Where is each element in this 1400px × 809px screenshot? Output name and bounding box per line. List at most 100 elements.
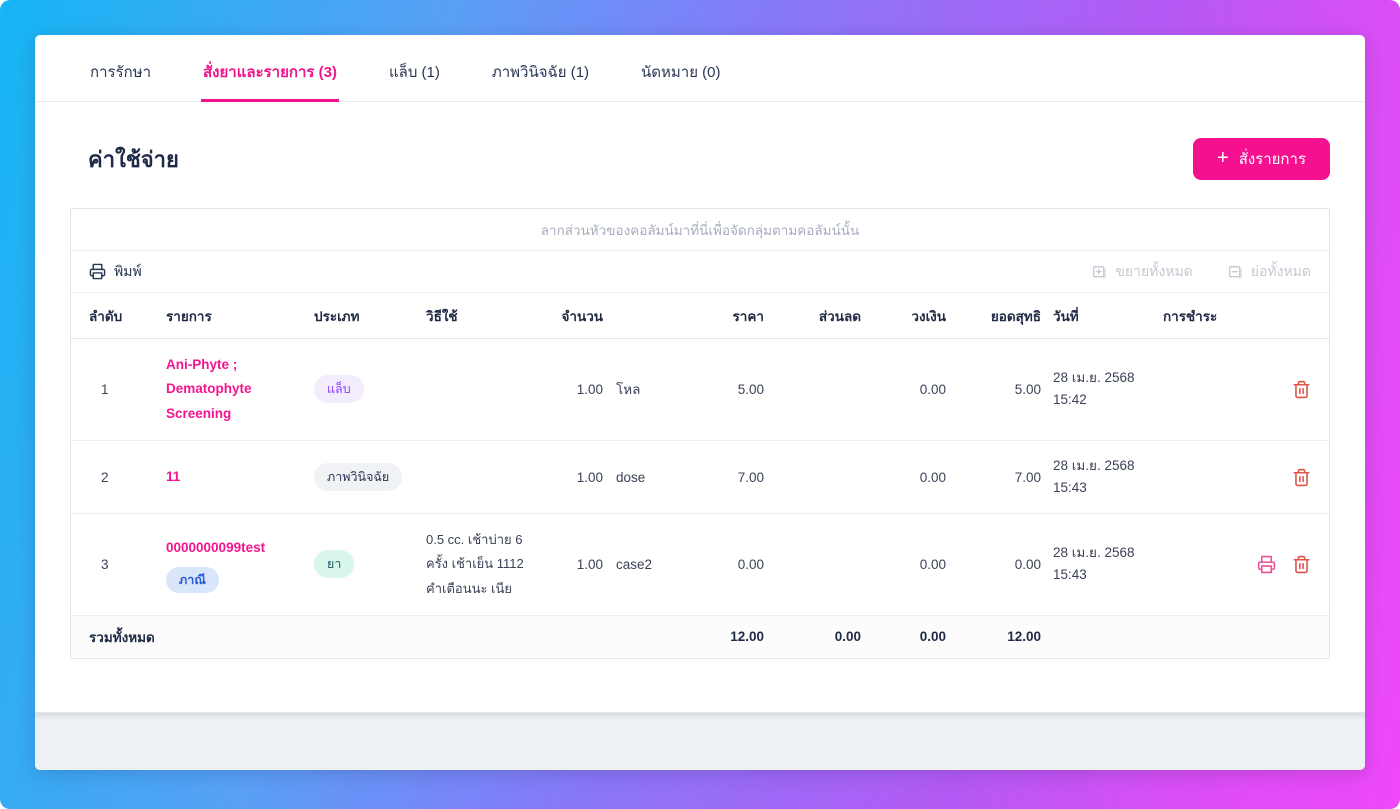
printer-icon bbox=[89, 263, 106, 280]
col-header-no[interactable]: ลำดับ bbox=[89, 305, 166, 327]
tab[interactable]: ภาพวินิจฉัย (1) bbox=[490, 35, 591, 102]
item-name-link[interactable]: 11 bbox=[166, 465, 180, 489]
table-header-row: ลำดับ รายการ ประเภท วิธีใช้ จำนวน ราคา ส… bbox=[71, 293, 1329, 339]
tab-label: การรักษา bbox=[90, 64, 152, 81]
total-label: รวมทั้งหมด bbox=[89, 629, 155, 645]
table-row: 1 Ani-Phyte ; Dematophyte Screening แล็บ… bbox=[71, 339, 1329, 441]
cell-price: 0.00 bbox=[737, 556, 764, 572]
page-head: ค่าใช้จ่าย + สั่งรายการ bbox=[70, 138, 1330, 180]
cell-credit: 0.00 bbox=[919, 381, 946, 397]
trash-icon bbox=[1293, 380, 1310, 399]
total-discount: 0.00 bbox=[834, 629, 861, 645]
cell-date: 28 เม.ย. 2568 15:42 bbox=[1041, 367, 1151, 412]
time-value: 15:43 bbox=[1053, 567, 1087, 583]
row-delete-button[interactable] bbox=[1292, 555, 1311, 574]
tab-label: แล็บ (1) bbox=[388, 64, 440, 81]
row-delete-button[interactable] bbox=[1292, 380, 1311, 399]
col-header-credit[interactable]: วงเงิน bbox=[861, 305, 946, 327]
type-badge: ภาพวินิจฉัย bbox=[314, 463, 403, 492]
time-value: 15:42 bbox=[1053, 392, 1087, 408]
expand-all-icon bbox=[1093, 265, 1106, 279]
cell-credit: 0.00 bbox=[919, 556, 946, 572]
collapse-all-label: ย่อทั้งหมด bbox=[1250, 262, 1311, 279]
cell-qty: 1.00 bbox=[576, 381, 603, 397]
item-name-link[interactable]: Ani-Phyte ; Dematophyte Screening bbox=[166, 353, 314, 426]
cell-net: 7.00 bbox=[1014, 469, 1041, 485]
collapse-all-button[interactable]: ย่อทั้งหมด bbox=[1227, 261, 1311, 283]
cell-usage: 0.5 cc. เช้าบ่าย 6 ครั้ง เช้าเย็น 1112 ค… bbox=[426, 532, 524, 596]
print-button[interactable]: พิมพ์ bbox=[89, 261, 142, 283]
cell-net: 5.00 bbox=[1014, 381, 1041, 397]
order-item-button[interactable]: + สั่งรายการ bbox=[1193, 138, 1330, 180]
row-print-button[interactable] bbox=[1257, 555, 1276, 574]
group-by-hint: ลากส่วนหัวของคอลัมน์มาที่นี่เพื่อจัดกลุ่… bbox=[540, 222, 860, 238]
tab[interactable]: สั่งยาและรายการ (3) bbox=[201, 35, 339, 102]
cell-actions bbox=[1231, 468, 1311, 487]
total-credit: 0.00 bbox=[919, 629, 946, 645]
table-toolbar: พิมพ์ ขยายทั้งหมด ย่อทั้งหมด bbox=[71, 251, 1329, 293]
tab-label: นัดหมาย (0) bbox=[641, 64, 721, 81]
time-value: 15:43 bbox=[1053, 480, 1087, 496]
cell-item: 11 bbox=[166, 465, 314, 489]
owner-badge: ภาณี bbox=[166, 566, 219, 593]
expenses-table: ลากส่วนหัวของคอลัมน์มาที่นี่เพื่อจัดกลุ่… bbox=[70, 208, 1330, 659]
cell-date: 28 เม.ย. 2568 15:43 bbox=[1041, 455, 1151, 500]
col-header-price[interactable]: ราคา bbox=[703, 305, 764, 327]
col-header-date[interactable]: วันที่ bbox=[1041, 305, 1151, 327]
date-value: 28 เม.ย. 2568 bbox=[1053, 370, 1135, 386]
cell-item: Ani-Phyte ; Dematophyte Screening bbox=[166, 353, 314, 426]
cell-credit: 0.00 bbox=[919, 469, 946, 485]
cell-no: 1 bbox=[101, 381, 109, 397]
table-row: 2 11 ภาพวินิจฉัย 1.00 dose 7.00 0.00 7.0… bbox=[71, 441, 1329, 515]
cell-item: 0000000099test ภาณี bbox=[166, 536, 314, 593]
cell-type: แล็บ bbox=[314, 375, 426, 404]
group-by-panel[interactable]: ลากส่วนหัวของคอลัมน์มาที่นี่เพื่อจัดกลุ่… bbox=[71, 209, 1329, 251]
item-name-link[interactable]: 0000000099test bbox=[166, 536, 265, 560]
cell-actions bbox=[1231, 555, 1311, 574]
type-badge: ยา bbox=[314, 550, 355, 579]
cell-actions bbox=[1231, 380, 1311, 399]
col-header-qty[interactable]: จำนวน bbox=[541, 305, 603, 327]
col-header-item[interactable]: รายการ bbox=[166, 305, 314, 327]
cell-type: ภาพวินิจฉัย bbox=[314, 463, 426, 492]
col-header-payment[interactable]: การชำระ bbox=[1151, 305, 1231, 327]
cell-net: 0.00 bbox=[1014, 556, 1041, 572]
cell-unit: โหล bbox=[616, 382, 641, 398]
collapse-all-icon bbox=[1228, 265, 1242, 279]
tab-label: สั่งยาและรายการ (3) bbox=[203, 64, 337, 81]
tab[interactable]: การรักษา bbox=[88, 35, 153, 102]
expand-all-label: ขยายทั้งหมด bbox=[1115, 262, 1193, 279]
cell-no: 2 bbox=[101, 469, 109, 485]
cell-type: ยา bbox=[314, 550, 426, 579]
cell-no: 3 bbox=[101, 556, 109, 572]
tab-bar: การรักษา สั่งยาและรายการ (3) แล็บ (1) ภา… bbox=[35, 35, 1365, 102]
cell-date: 28 เม.ย. 2568 15:43 bbox=[1041, 542, 1151, 587]
total-price: 12.00 bbox=[730, 629, 764, 645]
type-badge: แล็บ bbox=[314, 375, 364, 404]
col-header-usage[interactable]: วิธีใช้ bbox=[426, 305, 541, 327]
date-value: 28 เม.ย. 2568 bbox=[1053, 457, 1135, 473]
table-footer-row: รวมทั้งหมด 12.00 0.00 0.00 12.00 bbox=[71, 615, 1329, 658]
card-footer-strip bbox=[35, 712, 1365, 770]
order-item-button-label: สั่งรายการ bbox=[1238, 151, 1306, 168]
cell-unit: dose bbox=[616, 469, 646, 485]
row-delete-button[interactable] bbox=[1292, 468, 1311, 487]
col-header-net[interactable]: ยอดสุทธิ bbox=[946, 305, 1041, 327]
tab[interactable]: แล็บ (1) bbox=[387, 35, 442, 102]
col-header-type[interactable]: ประเภท bbox=[314, 305, 426, 327]
trash-icon bbox=[1293, 468, 1310, 486]
tab[interactable]: นัดหมาย (0) bbox=[639, 35, 722, 102]
cell-qty: 1.00 bbox=[576, 469, 603, 485]
content-card: การรักษา สั่งยาและรายการ (3) แล็บ (1) ภา… bbox=[35, 35, 1365, 770]
printer-icon bbox=[1257, 555, 1276, 574]
col-header-discount[interactable]: ส่วนลด bbox=[764, 305, 861, 327]
trash-icon bbox=[1293, 555, 1310, 574]
cell-price: 5.00 bbox=[737, 381, 764, 397]
cell-unit: case2 bbox=[616, 556, 653, 572]
expand-all-button[interactable]: ขยายทั้งหมด bbox=[1091, 261, 1193, 283]
page-title: ค่าใช้จ่าย bbox=[88, 146, 179, 172]
date-value: 28 เม.ย. 2568 bbox=[1053, 545, 1135, 561]
cell-price: 7.00 bbox=[737, 469, 764, 485]
plus-icon: + bbox=[1217, 147, 1229, 169]
gradient-frame: การรักษา สั่งยาและรายการ (3) แล็บ (1) ภา… bbox=[0, 0, 1400, 809]
